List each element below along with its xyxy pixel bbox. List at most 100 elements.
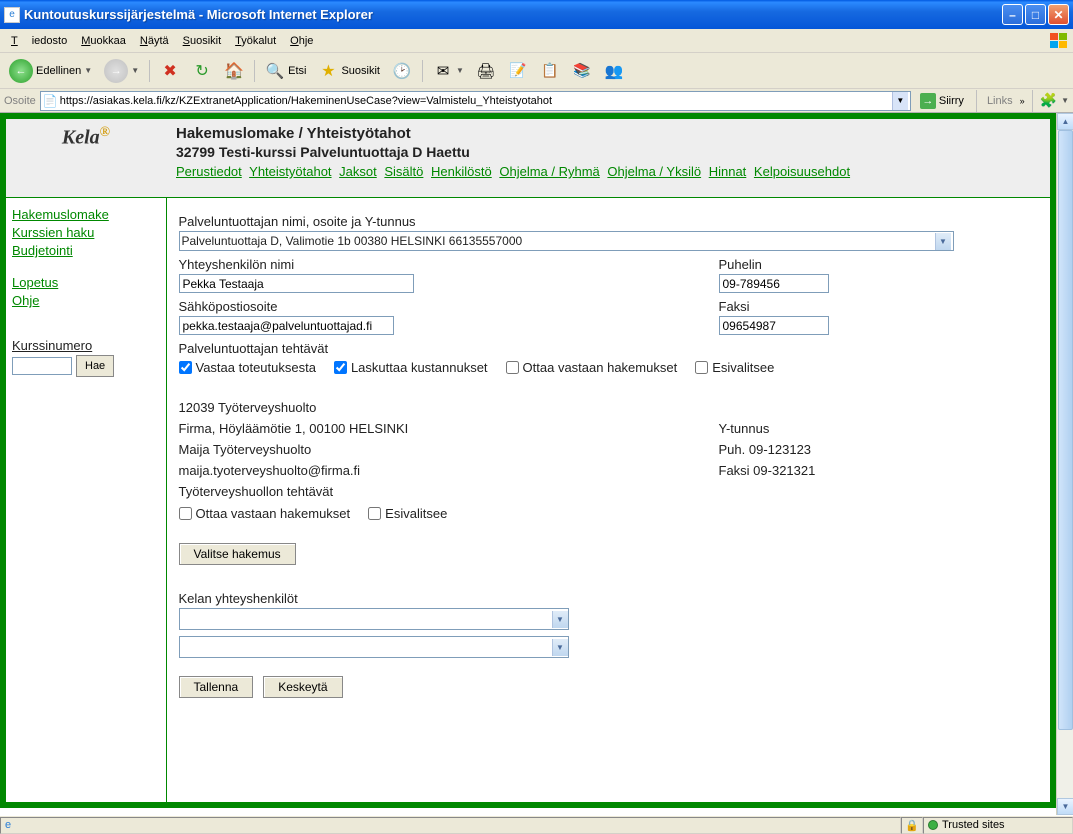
chk-esivalitsee[interactable]: Esivalitsee bbox=[695, 360, 774, 375]
tab-perustiedot[interactable]: Perustiedot bbox=[176, 164, 242, 179]
menu-tools[interactable]: Työkalut bbox=[228, 32, 283, 50]
ie-page-icon: e bbox=[4, 7, 20, 23]
sidebar-ohje[interactable]: Ohje bbox=[12, 292, 160, 310]
phone-label: Puhelin bbox=[719, 257, 1039, 272]
stop-button[interactable]: ✖ bbox=[155, 58, 185, 84]
search-button[interactable]: 🔍Etsi bbox=[260, 58, 311, 84]
sidebar-kurssien-haku[interactable]: Kurssien haku bbox=[12, 224, 160, 242]
menu-bar: Tiedosto Muokkaa Näytä Suosikit Työkalut… bbox=[0, 29, 1073, 53]
maximize-button[interactable]: □ bbox=[1025, 4, 1046, 25]
tth-chk-ottaa-box[interactable] bbox=[179, 507, 192, 520]
hae-button[interactable]: Hae bbox=[76, 355, 114, 377]
scroll-thumb[interactable] bbox=[1058, 130, 1073, 730]
keskeyta-button[interactable]: Keskeytä bbox=[263, 676, 342, 698]
vertical-scrollbar[interactable]: ▲ ▼ bbox=[1056, 113, 1073, 815]
go-arrow-icon: → bbox=[920, 93, 936, 109]
tth-chk-esivalitsee[interactable]: Esivalitsee bbox=[368, 506, 447, 521]
trusted-label: Trusted sites bbox=[942, 819, 1005, 831]
address-dropdown[interactable]: ▼ bbox=[892, 92, 908, 110]
main-content: Palveluntuottajan nimi, osoite ja Y-tunn… bbox=[166, 198, 1050, 802]
favorites-label: Suosikit bbox=[341, 65, 380, 77]
tab-yhteistyotahot[interactable]: Yhteistyötahot bbox=[249, 164, 331, 179]
scroll-down-button[interactable]: ▼ bbox=[1057, 798, 1073, 815]
contact-name-label: Yhteyshenkilön nimi bbox=[179, 257, 719, 272]
info-address: Firma, Höyläämötie 1, 00100 HELSINKI bbox=[179, 418, 719, 439]
tab-ohjelma-yksilo[interactable]: Ohjelma / Yksilö bbox=[607, 164, 701, 179]
sidebar-lopetus[interactable]: Lopetus bbox=[12, 274, 160, 292]
sidebar-budjetointi[interactable]: Budjetointi bbox=[12, 242, 160, 260]
discuss-button[interactable]: 📋 bbox=[535, 58, 565, 84]
address-input[interactable] bbox=[60, 95, 892, 107]
chevron-down-icon: ▼ bbox=[552, 611, 568, 628]
chk-laskuttaa[interactable]: Laskuttaa kustannukset bbox=[334, 360, 488, 375]
extension-dropdown[interactable]: ▼ bbox=[1061, 96, 1069, 105]
chk-laskuttaa-box[interactable] bbox=[334, 361, 347, 374]
menu-favorites[interactable]: Suosikit bbox=[176, 32, 229, 50]
sidebar: Hakemuslomake Kurssien haku Budjetointi … bbox=[6, 198, 166, 802]
refresh-button[interactable]: ↻ bbox=[187, 58, 217, 84]
print-button[interactable]: 🖨 bbox=[471, 58, 501, 84]
back-button[interactable]: ← Edellinen ▼ bbox=[4, 56, 97, 86]
favorites-button[interactable]: ★Suosikit bbox=[313, 58, 385, 84]
sidebar-hakemuslomake[interactable]: Hakemuslomake bbox=[12, 206, 160, 224]
home-button[interactable]: 🏠 bbox=[219, 58, 249, 84]
chk-ottaa[interactable]: Ottaa vastaan hakemukset bbox=[506, 360, 678, 375]
provider-select-value: Palveluntuottaja D, Valimotie 1b 00380 H… bbox=[182, 234, 523, 248]
tab-sisalto[interactable]: Sisältö bbox=[384, 164, 423, 179]
email-input[interactable] bbox=[179, 316, 394, 335]
menu-view[interactable]: Näytä bbox=[133, 32, 176, 50]
contact-name-input[interactable] bbox=[179, 274, 414, 293]
history-button[interactable]: 🕑 bbox=[387, 58, 417, 84]
minimize-button[interactable]: – bbox=[1002, 4, 1023, 25]
forward-button[interactable]: → ▼ bbox=[99, 56, 144, 86]
tth-chk-esivalitsee-box[interactable] bbox=[368, 507, 381, 520]
research-button[interactable]: 📚 bbox=[567, 58, 597, 84]
address-input-wrap: 📄 ▼ bbox=[40, 91, 911, 111]
extension-icon[interactable]: 🧩 bbox=[1040, 92, 1057, 109]
messenger-button[interactable]: 👥 bbox=[599, 58, 629, 84]
mail-button[interactable]: ✉▼ bbox=[428, 58, 469, 84]
info-org: 12039 Työterveyshuolto bbox=[179, 397, 719, 418]
valitse-hakemus-button[interactable]: Valitse hakemus bbox=[179, 543, 296, 565]
tab-kelpoisuusehdot[interactable]: Kelpoisuusehdot bbox=[754, 164, 850, 179]
edit-button[interactable]: 📝 bbox=[503, 58, 533, 84]
status-zone: Trusted sites bbox=[923, 817, 1073, 834]
ie-page-icon: e bbox=[5, 819, 11, 831]
phone-input[interactable] bbox=[719, 274, 829, 293]
chk-vastaa-box[interactable] bbox=[179, 361, 192, 374]
lock-icon: 🔒 bbox=[905, 819, 919, 832]
tth-chk-ottaa[interactable]: Ottaa vastaan hakemukset bbox=[179, 506, 351, 521]
links-label[interactable]: Links bbox=[984, 95, 1016, 107]
chk-vastaa[interactable]: Vastaa toteutuksesta bbox=[179, 360, 316, 375]
close-button[interactable]: ✕ bbox=[1048, 4, 1069, 25]
provider-select[interactable]: Palveluntuottaja D, Valimotie 1b 00380 H… bbox=[179, 231, 954, 251]
email-label: Sähköpostiosoite bbox=[179, 299, 719, 314]
kelan-select-2[interactable]: ▼ bbox=[179, 636, 569, 658]
go-button[interactable]: → Siirry bbox=[915, 92, 969, 110]
scroll-up-button[interactable]: ▲ bbox=[1057, 113, 1073, 130]
menu-help[interactable]: Ohje bbox=[283, 32, 320, 50]
tab-ohjelma-ryhma[interactable]: Ohjelma / Ryhmä bbox=[499, 164, 599, 179]
go-label: Siirry bbox=[939, 95, 964, 107]
tab-jaksot[interactable]: Jaksot bbox=[339, 164, 377, 179]
tab-nav: Perustiedot Yhteistyötahot Jaksot Sisält… bbox=[176, 164, 1040, 179]
chevron-down-icon: ▼ bbox=[552, 639, 568, 656]
links-chevron-icon[interactable]: » bbox=[1020, 96, 1025, 106]
tallenna-button[interactable]: Tallenna bbox=[179, 676, 254, 698]
status-bar: e 🔒 Trusted sites bbox=[0, 815, 1073, 834]
search-label: Etsi bbox=[288, 65, 306, 77]
kurssinumero-input[interactable] bbox=[12, 357, 72, 375]
tab-hinnat[interactable]: Hinnat bbox=[709, 164, 747, 179]
kelan-select-1[interactable]: ▼ bbox=[179, 608, 569, 630]
kurssinumero-label: Kurssinumero bbox=[12, 338, 160, 353]
chk-esivalitsee-box[interactable] bbox=[695, 361, 708, 374]
tab-henkilosto[interactable]: Henkilöstö bbox=[431, 164, 492, 179]
menu-edit[interactable]: Muokkaa bbox=[74, 32, 133, 50]
menu-file[interactable]: Tiedosto bbox=[4, 32, 74, 50]
status-main: e bbox=[0, 817, 901, 834]
info-phone: Puh. 09-123123 bbox=[719, 439, 812, 460]
fax-input[interactable] bbox=[719, 316, 829, 335]
info-email: maija.tyoterveyshuolto@firma.fi bbox=[179, 460, 719, 481]
chk-ottaa-box[interactable] bbox=[506, 361, 519, 374]
toolbar: ← Edellinen ▼ → ▼ ✖ ↻ 🏠 🔍Etsi ★Suosikit … bbox=[0, 53, 1073, 89]
